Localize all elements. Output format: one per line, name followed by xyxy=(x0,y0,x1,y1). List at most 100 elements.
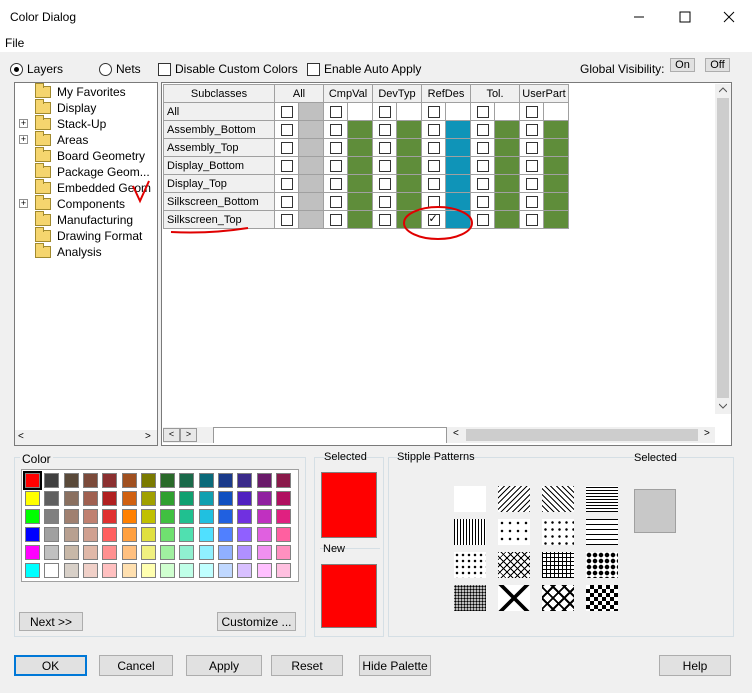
visibility-checkbox[interactable] xyxy=(525,123,538,136)
visibility-checkbox[interactable] xyxy=(427,141,440,154)
next-button[interactable]: Next >> xyxy=(19,612,83,631)
visibility-cell[interactable] xyxy=(421,174,446,193)
visibility-checkbox[interactable] xyxy=(427,212,440,226)
palette-swatch[interactable] xyxy=(25,509,40,524)
palette-swatch[interactable] xyxy=(218,527,233,542)
column-header[interactable]: Subclasses xyxy=(163,84,275,103)
palette-swatch[interactable] xyxy=(82,563,98,578)
palette-swatch[interactable] xyxy=(218,509,233,524)
palette-swatch[interactable] xyxy=(160,473,176,488)
visibility-checkbox[interactable] xyxy=(378,213,391,226)
color-cell[interactable] xyxy=(445,102,471,121)
color-cell[interactable] xyxy=(396,192,422,211)
color-cell[interactable] xyxy=(543,138,569,157)
visibility-checkbox[interactable] xyxy=(280,195,293,208)
tab-scroll-left[interactable]: < xyxy=(163,428,180,442)
visibility-cell[interactable] xyxy=(470,192,495,211)
hide-palette-button[interactable]: Hide Palette xyxy=(359,655,431,676)
palette-swatch[interactable] xyxy=(63,491,79,506)
visibility-cell[interactable] xyxy=(274,156,299,175)
palette-swatch[interactable] xyxy=(179,473,195,488)
palette-swatch[interactable] xyxy=(63,545,79,560)
palette-swatch[interactable] xyxy=(82,509,98,524)
palette-swatch[interactable] xyxy=(44,491,60,506)
visibility-cell[interactable] xyxy=(274,138,299,157)
palette-swatch[interactable] xyxy=(82,491,98,506)
color-cell[interactable] xyxy=(445,138,471,157)
row-label[interactable]: Silkscreen_Bottom xyxy=(163,192,275,211)
row-label[interactable]: Silkscreen_Top xyxy=(163,210,275,229)
visibility-checkbox[interactable] xyxy=(476,177,489,190)
stipple-pattern[interactable] xyxy=(454,552,486,578)
palette-swatch[interactable] xyxy=(44,527,60,542)
palette-swatch[interactable] xyxy=(25,545,40,560)
color-cell[interactable] xyxy=(396,102,422,121)
palette-swatch[interactable] xyxy=(275,491,291,506)
visibility-checkbox[interactable] xyxy=(525,105,538,118)
visibility-checkbox[interactable] xyxy=(280,177,293,190)
customize-button[interactable]: Customize ... xyxy=(217,612,296,631)
palette-swatch[interactable] xyxy=(179,509,195,524)
palette-swatch[interactable] xyxy=(44,563,60,578)
row-label[interactable]: Assembly_Bottom xyxy=(163,120,275,139)
tree-item[interactable]: Embedded Geom xyxy=(15,179,151,196)
visibility-checkbox[interactable] xyxy=(427,195,440,208)
enable-auto-apply-checkbox[interactable]: Enable Auto Apply xyxy=(307,62,421,76)
color-cell[interactable] xyxy=(494,156,520,175)
stipple-pattern[interactable] xyxy=(498,552,530,578)
color-cell[interactable] xyxy=(298,138,324,157)
visibility-cell[interactable] xyxy=(421,192,446,211)
palette-swatch[interactable] xyxy=(256,509,272,524)
palette-swatch[interactable] xyxy=(102,527,118,542)
expand-icon[interactable]: + xyxy=(19,135,28,144)
palette-swatch[interactable] xyxy=(275,545,291,560)
visibility-checkbox[interactable] xyxy=(329,105,342,118)
palette-swatch[interactable] xyxy=(121,491,137,506)
help-button[interactable]: Help xyxy=(659,655,731,676)
palette-swatch[interactable] xyxy=(82,545,98,560)
stipple-pattern[interactable] xyxy=(586,552,618,578)
color-cell[interactable] xyxy=(347,102,373,121)
color-cell[interactable] xyxy=(396,156,422,175)
palette-swatch[interactable] xyxy=(160,509,176,524)
visibility-checkbox[interactable] xyxy=(378,159,391,172)
stipple-pattern[interactable] xyxy=(542,552,574,578)
stipple-pattern[interactable] xyxy=(454,585,486,611)
color-cell[interactable] xyxy=(543,120,569,139)
grid-vertical-scrollbar[interactable] xyxy=(715,84,731,414)
disable-custom-colors-checkbox[interactable]: Disable Custom Colors xyxy=(158,62,298,76)
palette-swatch[interactable] xyxy=(82,527,98,542)
stipple-pattern[interactable] xyxy=(542,519,574,545)
visibility-checkbox[interactable] xyxy=(378,141,391,154)
stipple-pattern[interactable] xyxy=(586,486,618,512)
color-cell[interactable] xyxy=(543,156,569,175)
nets-radio-dot[interactable] xyxy=(99,62,112,76)
color-cell[interactable] xyxy=(445,174,471,193)
palette-swatch[interactable] xyxy=(198,491,214,506)
palette-swatch[interactable] xyxy=(198,545,214,560)
visibility-checkbox[interactable] xyxy=(378,177,391,190)
color-cell[interactable] xyxy=(298,102,324,121)
visibility-checkbox[interactable] xyxy=(280,123,293,136)
color-cell[interactable] xyxy=(543,210,569,229)
visibility-checkbox[interactable] xyxy=(525,141,538,154)
visibility-checkbox[interactable] xyxy=(378,105,391,118)
visibility-checkbox[interactable] xyxy=(427,177,440,190)
palette-swatch[interactable] xyxy=(102,509,118,524)
visibility-checkbox[interactable] xyxy=(329,159,342,172)
visibility-checkbox[interactable] xyxy=(329,123,342,136)
palette-swatch[interactable] xyxy=(237,545,253,560)
visibility-on-button[interactable]: On xyxy=(670,58,695,72)
color-cell[interactable] xyxy=(298,192,324,211)
stipple-pattern[interactable] xyxy=(454,519,486,545)
tree-item[interactable]: Manufacturing xyxy=(15,211,133,228)
grid-scroll-right-icon[interactable]: > xyxy=(704,428,710,439)
color-cell[interactable] xyxy=(298,120,324,139)
stipple-pattern[interactable] xyxy=(498,585,530,611)
palette-swatch[interactable] xyxy=(218,545,233,560)
tree-item[interactable]: My Favorites xyxy=(15,83,126,100)
grid-scroll-left-icon[interactable]: < xyxy=(453,428,459,439)
expand-icon[interactable]: + xyxy=(19,199,28,208)
color-cell[interactable] xyxy=(298,210,324,229)
scroll-up-icon[interactable] xyxy=(719,87,727,93)
